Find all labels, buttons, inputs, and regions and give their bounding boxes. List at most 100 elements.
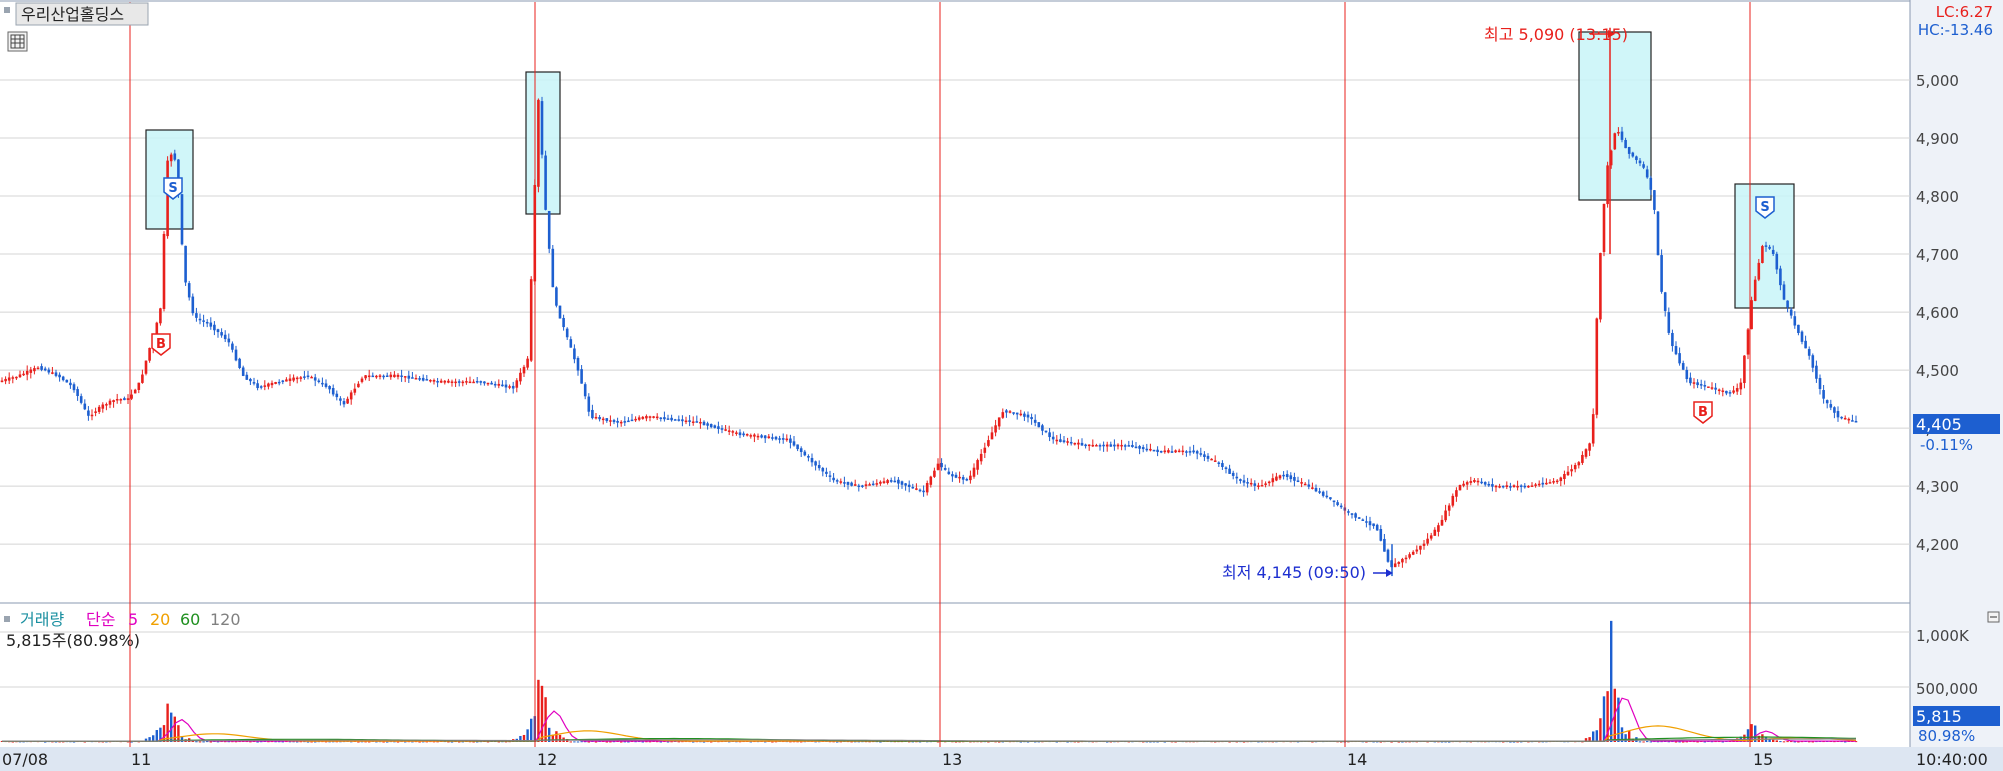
candle-body [335,393,339,398]
candle-body [191,296,195,314]
candle-body [15,376,18,379]
candle-body [637,417,641,420]
candle-body [922,490,925,493]
candle-body [706,423,709,426]
candle-body [879,481,882,484]
candle-body [1534,484,1537,486]
candle-body [342,401,346,405]
candle-body [537,99,540,187]
table-icon[interactable] [7,31,28,52]
candle-body [645,416,648,419]
candle-body [1465,482,1469,485]
candle-body [1462,483,1465,486]
candle-body [997,417,1001,427]
signal-label: S [168,181,177,196]
candle-body [1080,442,1084,446]
volume-bar [540,685,544,742]
collapse-icon[interactable] [4,7,10,13]
candle-body [1253,483,1257,486]
candle-body [1573,464,1577,470]
candle-body [1714,387,1717,390]
candle-body [274,382,277,384]
volume-bar [1595,730,1598,742]
candle-body [504,384,508,388]
candle-body [1721,390,1725,392]
candle-body [400,375,403,377]
candle-body [857,485,861,488]
candle-body [1455,490,1458,497]
candle-body [1023,413,1026,417]
candle-body [4,378,7,382]
candle-body [1757,262,1761,280]
volume-bar [1638,741,1642,743]
candle-body [1840,416,1843,419]
candle-body [745,434,749,436]
candle-body [1181,450,1185,453]
candle-body [1523,485,1527,488]
lc-value: LC:6.27 [1936,3,1993,21]
candle-body [1210,458,1213,461]
candle-body [1084,444,1087,447]
candle-body [1095,445,1098,447]
candle-body [1761,246,1764,263]
candle-body [1811,355,1815,368]
time-label-14: 14 [1347,750,1367,769]
candle-body [760,435,763,438]
candle-body [1836,411,1840,418]
candle-body [220,332,223,336]
current-volume: 5,815 [1916,707,1962,726]
candle-body [1545,482,1548,485]
candle-body [1419,545,1422,550]
candle-body [1620,131,1624,140]
candle-body [1602,203,1606,252]
candle-body [479,381,483,383]
candle-body [673,419,677,421]
candle-body [519,372,522,382]
candle-body [1519,485,1523,487]
candle-body [1019,413,1023,416]
candle-body [1386,549,1390,562]
volume-collapse-icon[interactable] [4,616,10,622]
candle-body [324,383,328,387]
volume-bar [1646,741,1649,743]
candle-body [1689,377,1692,384]
candle-body [382,375,385,378]
candle-body [951,474,954,477]
candle-body [1192,450,1195,453]
stock-chart[interactable]: 5,0004,9004,8004,7004,6004,5004,4004,300… [0,0,2003,771]
candle-body [112,400,115,403]
candle-body [731,431,735,433]
candle-body [252,382,256,384]
candle-body [670,417,673,421]
candle-body [1732,390,1735,393]
candle-body [393,374,396,378]
candle-body [1537,483,1541,486]
candle-body [522,366,526,374]
candle-body [1397,562,1401,564]
candle-body [137,382,141,390]
volume-bar [450,741,454,743]
candle-body [1285,474,1289,477]
candle-body [861,485,864,487]
candle-body [231,343,234,350]
candle-body [1354,513,1357,518]
candle-body [1296,480,1300,482]
candle-body [501,384,504,387]
candle-body [1282,474,1285,477]
candle-body [1314,487,1318,492]
candle-body [72,384,76,391]
candle-body [108,400,112,405]
candle-body [1267,481,1271,484]
candle-body [695,421,699,423]
candle-body [540,101,544,155]
candle-body [339,398,342,401]
candle-body [1170,451,1174,453]
candle-body [126,398,130,400]
candle-body [1102,444,1105,447]
candle-body [148,347,151,361]
maximize-icon[interactable] [1987,611,2000,623]
candle-body [634,418,637,421]
candle-body [886,480,889,484]
candle-body [1008,411,1012,413]
high-annotation: 최고 5,090 (13:15) [1484,25,1628,44]
